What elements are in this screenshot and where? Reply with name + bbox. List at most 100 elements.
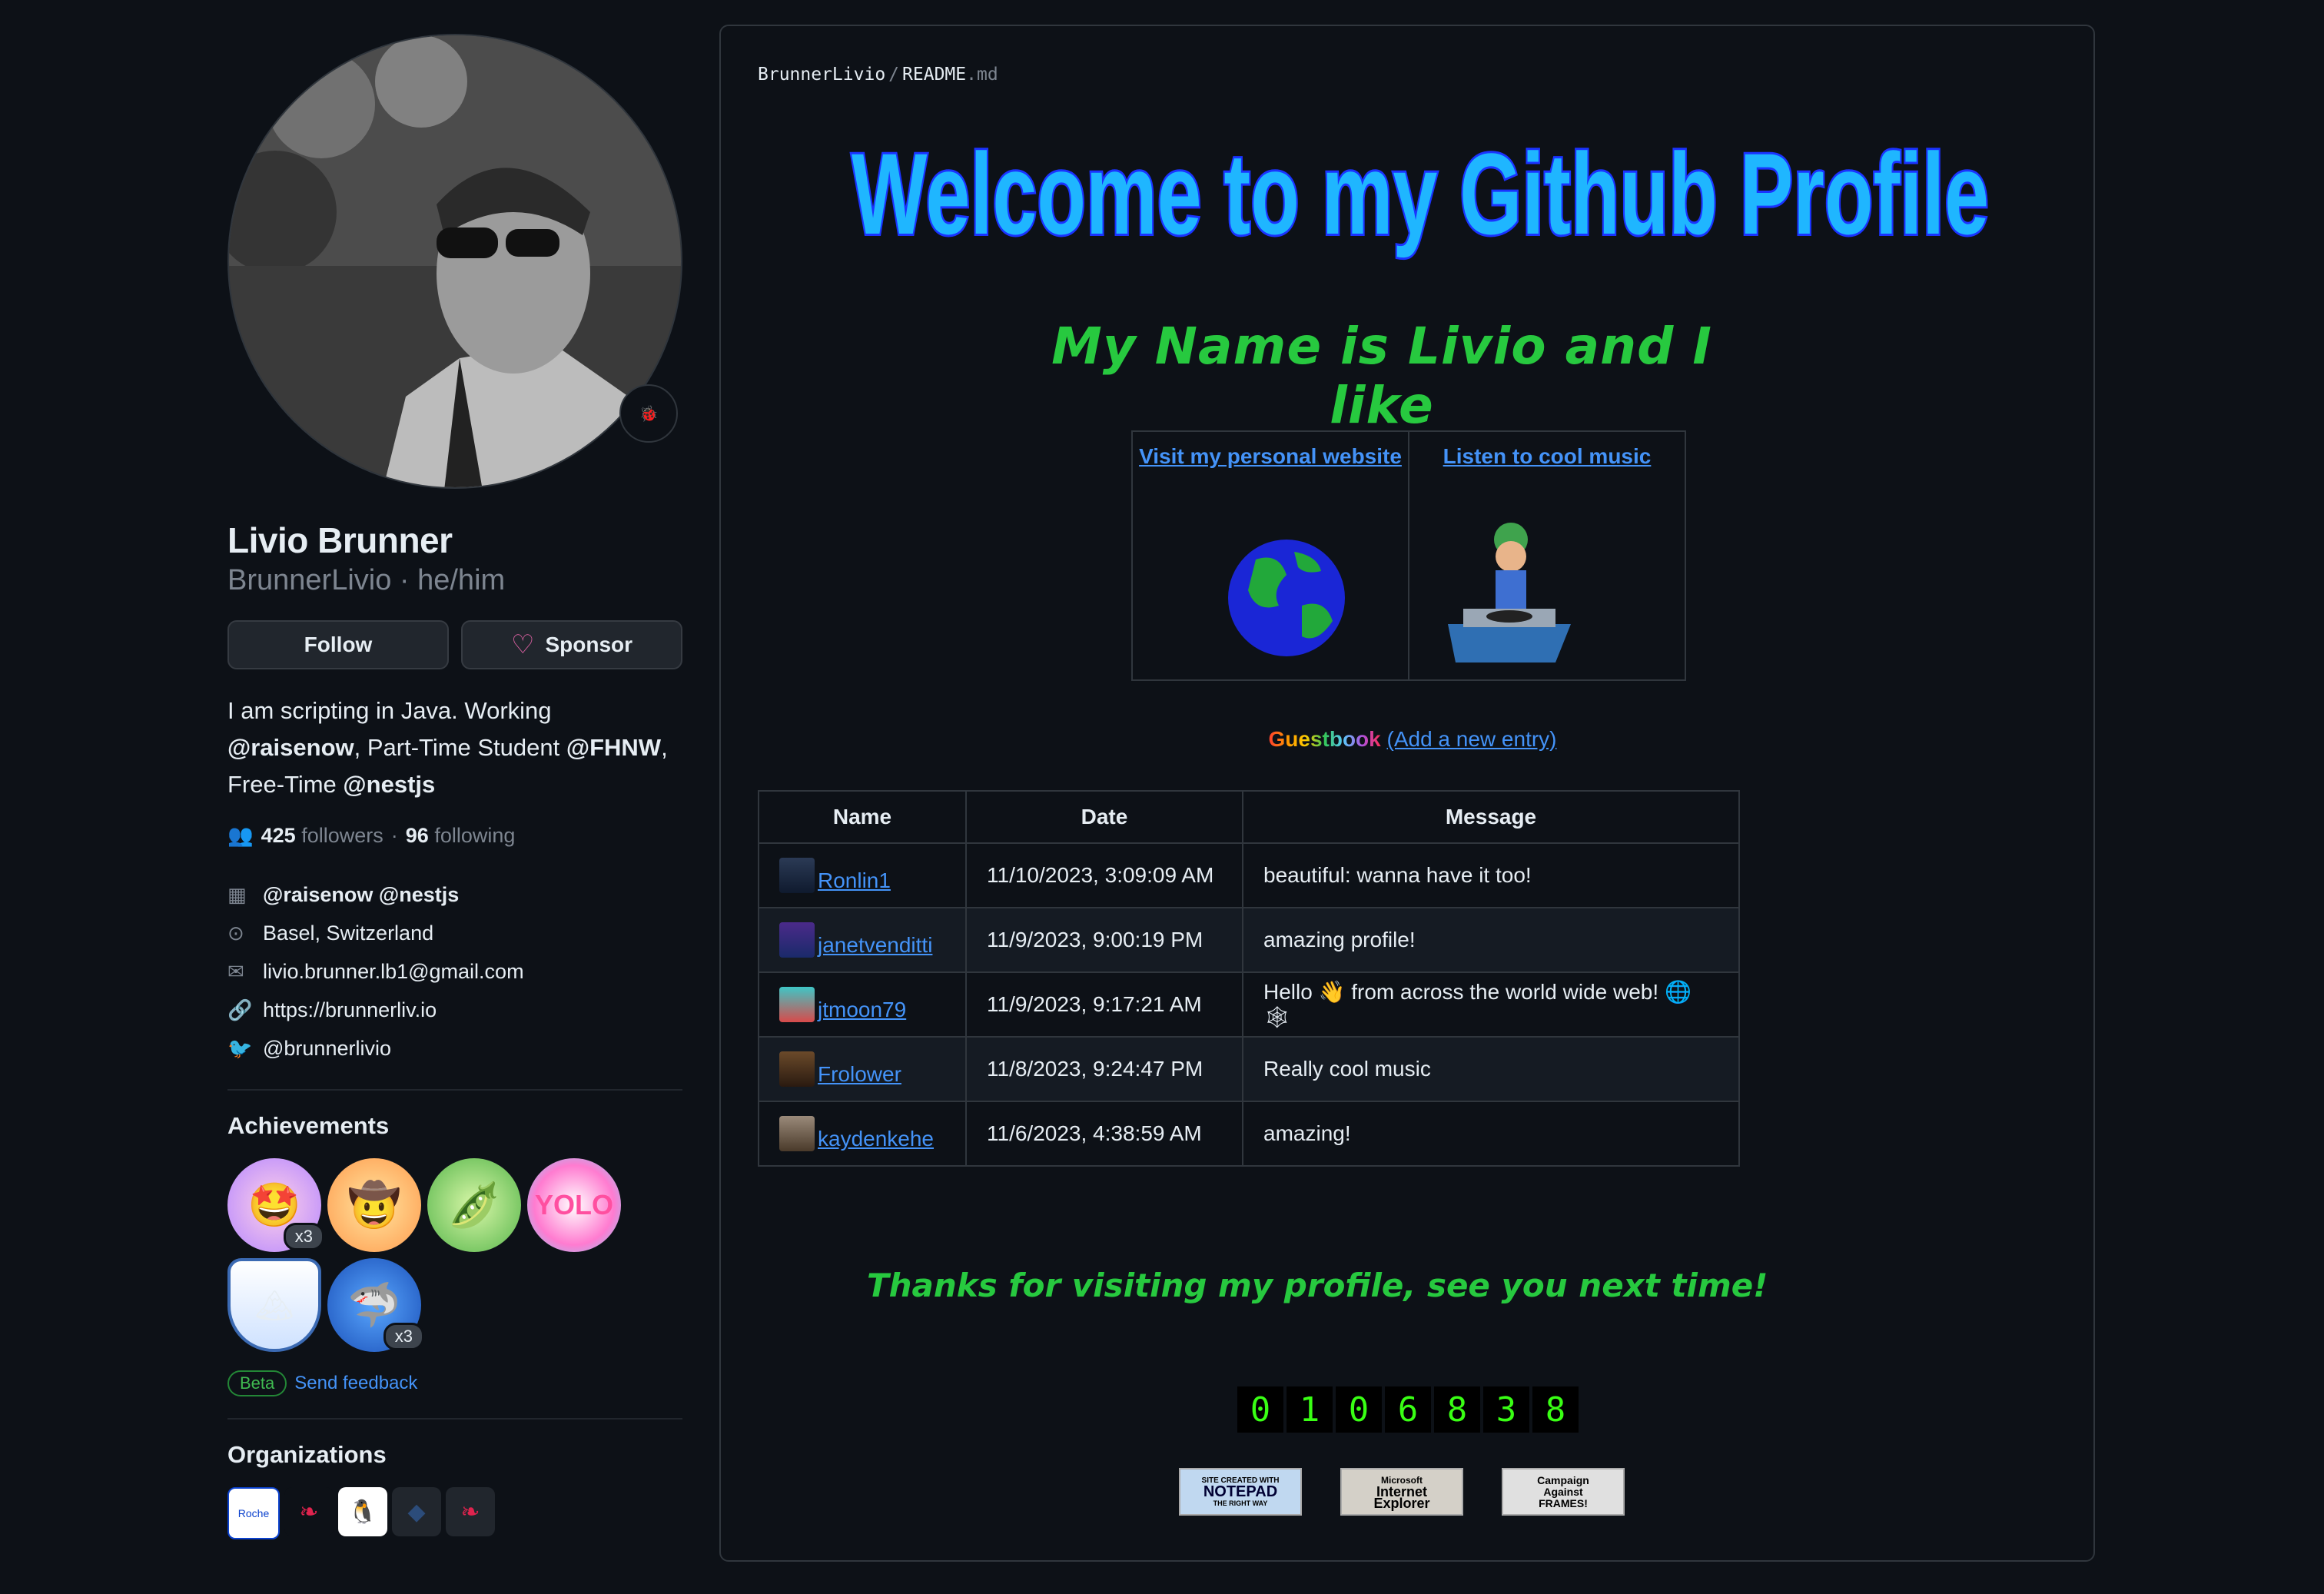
add-entry-link[interactable]: (Add a new entry): [1387, 727, 1557, 751]
column-header-date: Date: [965, 790, 1243, 844]
avatar-photo: [229, 35, 681, 487]
company-text[interactable]: @raisenow @nestjs: [263, 883, 459, 907]
org-nestjs-alt-logo[interactable]: ❧: [446, 1487, 495, 1536]
welcome-wordart: Welcome to my Github Profile: [849, 127, 1991, 261]
retro-badges: SITE CREATED WITH NOTEPAD THE RIGHT WAY …: [1179, 1468, 1625, 1516]
divider: [227, 1418, 682, 1420]
follow-stats: 👥 425 followers · 96 following: [227, 823, 682, 848]
twitter-icon: 🐦: [227, 1036, 253, 1060]
achievement-count: x3: [283, 1223, 324, 1250]
detail-company: ▦ @raisenow @nestjs: [227, 875, 682, 914]
crumb-ext: .md: [966, 65, 998, 85]
follow-button[interactable]: Follow: [227, 620, 449, 669]
counter-digit: 0: [1336, 1386, 1382, 1433]
profile-display-name: Livio Brunner: [227, 520, 453, 560]
followers-link[interactable]: 425 followers: [261, 824, 383, 848]
counter-digit: 1: [1286, 1386, 1333, 1433]
intro-heading: My Name is Livio and I like: [1051, 317, 1712, 435]
user-link[interactable]: kaydenkehe: [818, 1127, 934, 1151]
message-cell: amazing!: [1242, 1101, 1740, 1167]
achievement-badge-starstruck[interactable]: 🤩 x3: [227, 1158, 324, 1252]
detail-website: 🔗 https://brunnerliv.io: [227, 991, 682, 1029]
name-cell: Frolower: [758, 1036, 967, 1102]
guestbook-user: Frolower: [779, 1051, 945, 1087]
bio-text: I am scripting in Java. Working: [227, 697, 552, 724]
profile-bio: I am scripting in Java. Working @raiseno…: [227, 692, 682, 803]
achievement-badge-quickdraw[interactable]: 🤠: [327, 1158, 421, 1252]
user-link[interactable]: Frolower: [818, 1062, 901, 1087]
globe-icon[interactable]: [1225, 536, 1348, 659]
guestbook-title: Guestbook: [1268, 727, 1381, 751]
user-avatar[interactable]: [779, 1116, 815, 1151]
follow-label: Follow: [304, 633, 373, 656]
counter-digit: 6: [1385, 1386, 1431, 1433]
date-cell: 11/9/2023, 9:17:21 AM: [965, 971, 1243, 1038]
user-link[interactable]: janetvenditti: [818, 933, 932, 958]
counter-digit: 8: [1532, 1386, 1579, 1433]
column-header-name: Name: [758, 790, 967, 844]
user-link[interactable]: Ronlin1: [818, 868, 891, 893]
dj-icon[interactable]: [1440, 509, 1579, 670]
achievement-badge-pull-shark[interactable]: 🦈 x3: [327, 1258, 424, 1352]
user-avatar[interactable]: [779, 858, 815, 893]
achievement-badge-arctic-code-vault[interactable]: 🏔: [227, 1258, 321, 1352]
user-avatar[interactable]: [779, 987, 815, 1022]
following-link[interactable]: 96 following: [406, 824, 516, 848]
website-cell: Visit my personal website: [1133, 432, 1409, 679]
detail-location: ⊙ Basel, Switzerland: [227, 914, 682, 952]
avatar[interactable]: [227, 34, 682, 489]
badge-notepad-line3: THE RIGHT WAY: [1213, 1499, 1268, 1507]
peas-icon: 🫛: [447, 1181, 501, 1229]
status-ladybug-icon[interactable]: 🐞: [619, 384, 678, 443]
crumb-separator: /: [888, 65, 900, 85]
bio-org-link[interactable]: @FHNW: [566, 734, 661, 761]
org-roche-label: Roche: [237, 1507, 270, 1519]
message-cell: beautiful: wanna have it too!: [1242, 842, 1740, 908]
website-link[interactable]: https://brunnerliv.io: [263, 998, 437, 1022]
org-penguin-logo[interactable]: 🐧: [338, 1487, 387, 1536]
beta-badge: Beta: [227, 1370, 287, 1396]
achievement-badge-yolo[interactable]: YOLO: [527, 1158, 621, 1252]
user-avatar[interactable]: [779, 922, 815, 958]
following-label: following: [434, 823, 516, 847]
achievements-row: 🤩 x3 🤠 🫛 YOLO: [227, 1158, 682, 1252]
name-cell: jtmoon79: [758, 971, 967, 1038]
user-link[interactable]: jtmoon79: [818, 998, 906, 1022]
organizations-heading: Organizations: [227, 1441, 387, 1468]
send-feedback-link[interactable]: Send feedback: [294, 1373, 417, 1394]
date-cell: 11/6/2023, 4:38:59 AM: [965, 1101, 1243, 1167]
achievement-badge-pair-extraordinaire[interactable]: 🫛: [427, 1158, 521, 1252]
org-nestjs-logo[interactable]: ❧: [284, 1487, 334, 1536]
profile-details: ▦ @raisenow @nestjs ⊙ Basel, Switzerland…: [227, 875, 682, 1068]
welcome-banner: Welcome to my Github Profile: [844, 118, 1997, 272]
sponsor-button[interactable]: ♡ Sponsor: [461, 620, 682, 669]
bio-org-link[interactable]: @nestjs: [343, 771, 435, 798]
cool-music-link[interactable]: Listen to cool music: [1409, 444, 1685, 469]
guestbook-user: Ronlin1: [779, 858, 945, 893]
achievements-heading[interactable]: Achievements: [227, 1112, 682, 1140]
guestbook-user: janetvenditti: [779, 922, 945, 958]
music-cell: Listen to cool music: [1409, 432, 1685, 679]
bio-org-link[interactable]: @raisenow: [227, 734, 354, 761]
org-dark-logo[interactable]: ◆: [392, 1487, 441, 1536]
personal-website-link[interactable]: Visit my personal website: [1133, 444, 1408, 469]
message-cell: Really cool music: [1242, 1036, 1740, 1102]
guestbook-user: jtmoon79: [779, 987, 945, 1022]
visitor-counter: 0 1 0 6 8 3 8: [1237, 1386, 1579, 1433]
name-cell: kaydenkehe: [758, 1101, 967, 1167]
links-table: Visit my personal website Listen to cool…: [1131, 430, 1686, 681]
user-avatar[interactable]: [779, 1051, 815, 1087]
achievements-beta: Beta Send feedback: [227, 1370, 682, 1396]
location-pin-icon: ⊙: [227, 921, 244, 945]
org-roche-logo[interactable]: Roche: [227, 1487, 280, 1539]
profile-login: BrunnerLivio · he/him: [227, 564, 506, 596]
location-text: Basel, Switzerland: [263, 921, 434, 945]
crumb-owner-link[interactable]: BrunnerLivio: [758, 65, 885, 85]
divider: [227, 1089, 682, 1091]
twitter-link[interactable]: @brunnerlivio: [263, 1037, 391, 1061]
readme-panel: BrunnerLivio / README.md Welcome to my Git…: [719, 25, 2095, 1562]
avatar-container: 🐞: [227, 34, 682, 489]
email-link[interactable]: livio.brunner.lb1@gmail.com: [263, 960, 524, 984]
cowboy-icon: 🤠: [347, 1181, 401, 1229]
profile-sidebar: 🐞 Livio Brunner BrunnerLivio · he/him Fo…: [227, 34, 682, 1539]
